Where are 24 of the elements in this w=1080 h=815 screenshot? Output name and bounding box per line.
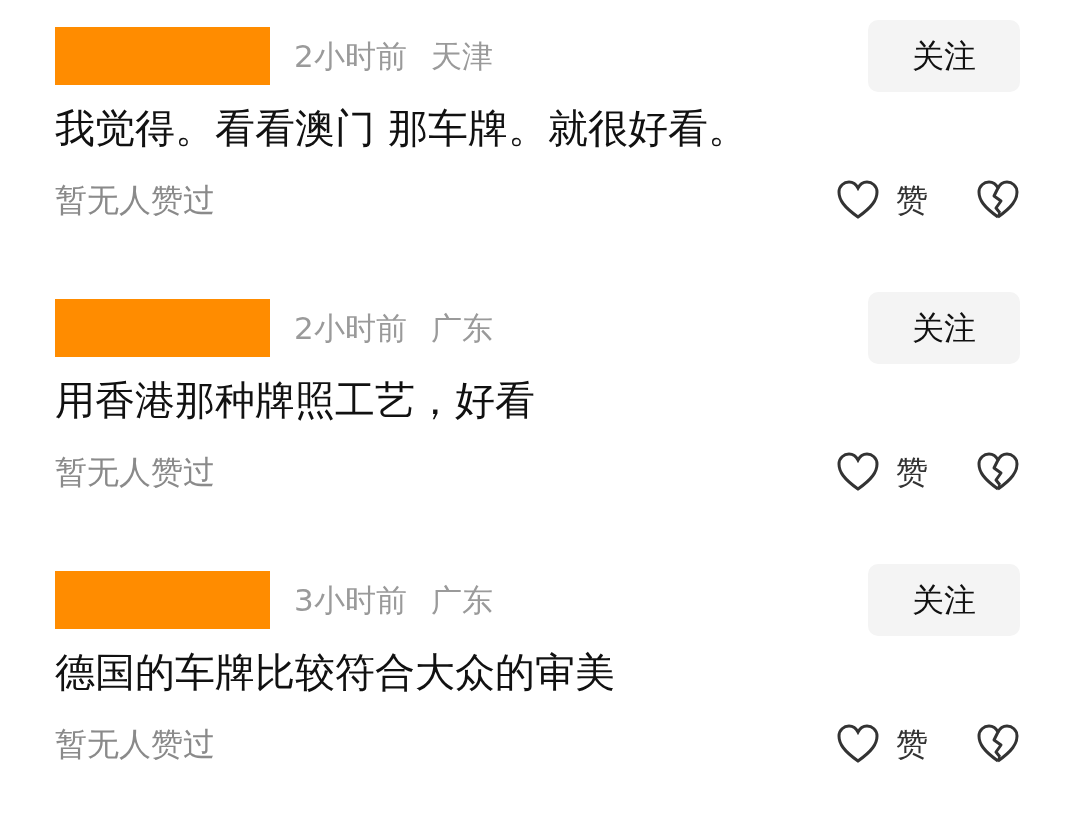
heart-icon[interactable] xyxy=(836,180,880,220)
heart-icon[interactable] xyxy=(836,452,880,492)
broken-heart-icon[interactable] xyxy=(976,452,1020,492)
like-count-text: 暂无人赞过 xyxy=(55,180,215,221)
follow-button[interactable]: 关注 xyxy=(868,564,1020,636)
heart-icon[interactable] xyxy=(836,724,880,764)
like-label[interactable]: 赞 xyxy=(896,448,928,496)
timestamp: 2小时前 xyxy=(294,308,407,348)
follow-button[interactable]: 关注 xyxy=(868,20,1020,92)
location-label: 天津 xyxy=(430,36,493,76)
location-label: 广东 xyxy=(430,580,493,620)
location-label: 广东 xyxy=(430,308,493,348)
comment-text: 用香港那种牌照工艺，好看 xyxy=(55,376,536,425)
comment-text: 我觉得。看看澳门 那车牌。就很好看。 xyxy=(55,104,749,153)
broken-heart-icon[interactable] xyxy=(976,180,1020,220)
follow-button[interactable]: 关注 xyxy=(868,292,1020,364)
timestamp: 3小时前 xyxy=(294,580,407,620)
timestamp: 2小时前 xyxy=(294,36,407,76)
comment-text: 德国的车牌比较符合大众的审美 xyxy=(55,648,616,697)
like-label[interactable]: 赞 xyxy=(896,720,928,768)
like-count-text: 暂无人赞过 xyxy=(55,452,215,493)
like-count-text: 暂无人赞过 xyxy=(55,724,215,765)
like-label[interactable]: 赞 xyxy=(896,176,928,224)
broken-heart-icon[interactable] xyxy=(976,724,1020,764)
